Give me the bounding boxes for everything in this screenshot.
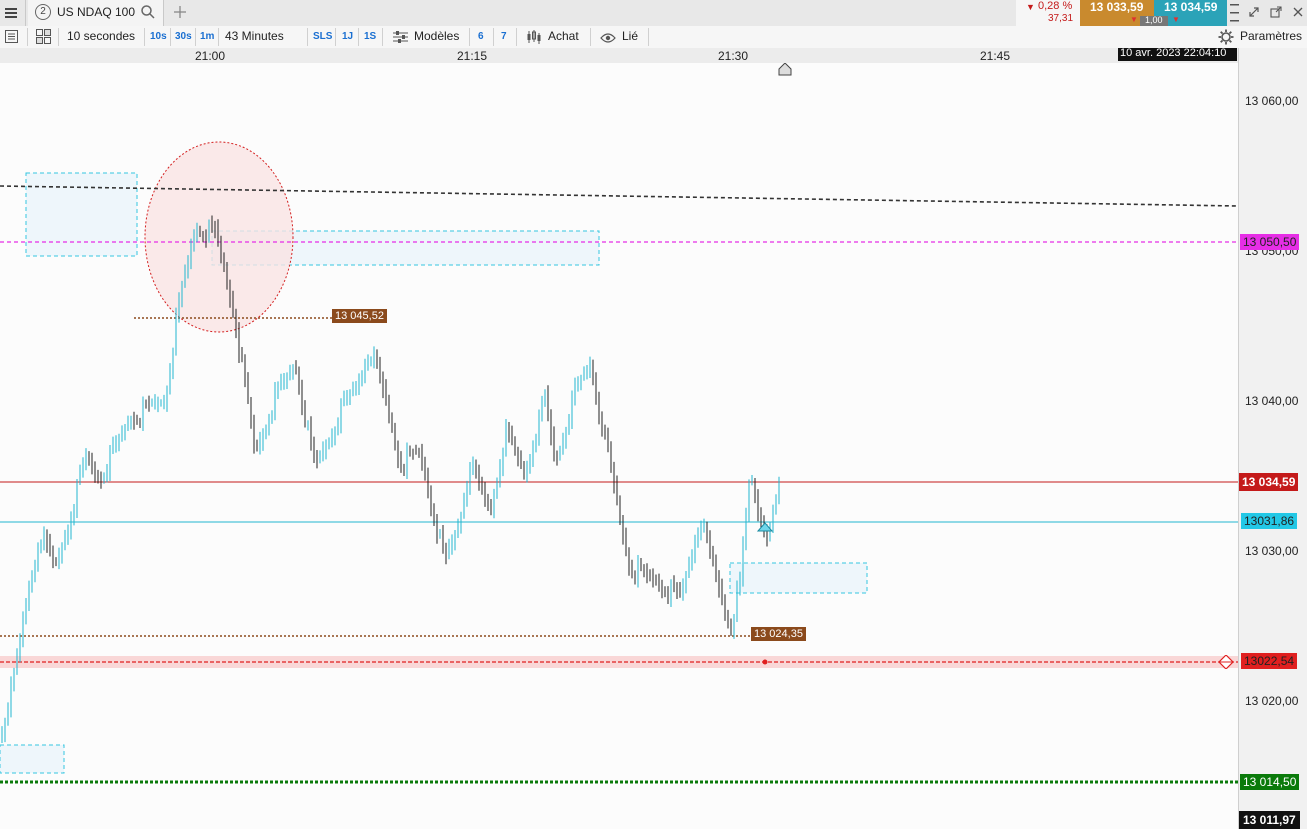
- ask-price: 13 034,59: [1164, 0, 1218, 14]
- tab-number-badge: 2: [35, 4, 51, 20]
- range-1j-button[interactable]: 1J: [342, 31, 353, 42]
- top-marker-icon: [778, 63, 792, 76]
- instrument-tab[interactable]: 2 US NDAQ 100: [28, 0, 164, 26]
- layout-7-button[interactable]: 7: [501, 31, 507, 42]
- ask-arrow-icon: ▼: [1172, 15, 1180, 24]
- instrument-name: US NDAQ 100: [57, 5, 136, 19]
- high-price-tag: 13 045,52: [332, 309, 387, 323]
- layout-6-button[interactable]: 6: [478, 31, 484, 42]
- interval-select[interactable]: 10 secondes: [67, 29, 135, 43]
- sidebar-toggle-icon[interactable]: [5, 30, 19, 49]
- change-percent: 0,28 %: [1038, 0, 1073, 12]
- interval-30s-button[interactable]: 30s: [175, 31, 192, 42]
- duration-select[interactable]: 43 Minutes: [225, 29, 284, 43]
- templates-icon: [393, 30, 409, 49]
- bottom-price-tag: 13 011,97: [1239, 811, 1300, 829]
- close-icon[interactable]: [1292, 5, 1304, 23]
- highlight-circle: [144, 141, 294, 333]
- time-label: 21:30: [718, 49, 749, 63]
- sls-button[interactable]: SLS: [313, 31, 332, 42]
- range-1s-button[interactable]: 1S: [364, 31, 376, 42]
- order-dot: [762, 659, 768, 665]
- buy-button[interactable]: Achat: [548, 29, 579, 43]
- datetime-display: 10 avr. 2023 22:04:10: [1118, 47, 1237, 61]
- time-axis: 21:00 21:15 21:30 21:45 10 avr. 2023 22:…: [0, 47, 1238, 63]
- price-label: 13 040,00: [1245, 394, 1299, 408]
- change-absolute: 37,31: [1048, 13, 1074, 24]
- interval-10s-button[interactable]: 10s: [150, 31, 167, 42]
- green-level-tag: 13 014,50: [1240, 774, 1300, 790]
- price-label: 13 030,00: [1245, 544, 1299, 558]
- chart-toolbar: 10 secondes 10s 30s 1m 43 Minutes SLS 1J…: [0, 26, 1307, 49]
- templates-button[interactable]: Modèles: [414, 29, 459, 43]
- red-level-tag: 13022,54: [1241, 653, 1298, 669]
- price-chart[interactable]: [0, 63, 1238, 829]
- datetime-text: 10 avr. 2023 22:04:10: [1120, 47, 1227, 59]
- search-icon[interactable]: [140, 4, 156, 25]
- add-tab-icon[interactable]: [173, 5, 187, 24]
- quantity-value: 1,00: [1145, 15, 1163, 25]
- zone-box: [25, 172, 138, 257]
- magenta-level-tag: 13 050,50: [1240, 234, 1300, 250]
- quantity-box[interactable]: 1,00: [1140, 15, 1168, 26]
- price-label: 13 060,00: [1245, 94, 1299, 108]
- zone-box: [0, 744, 65, 774]
- settings-button[interactable]: Paramètres: [1240, 29, 1302, 43]
- eye-icon: [600, 31, 616, 49]
- time-label: 21:45: [980, 49, 1011, 63]
- layout-icon[interactable]: [36, 29, 52, 50]
- list-icon[interactable]: [1230, 2, 1240, 29]
- linked-button[interactable]: Lié: [622, 29, 638, 43]
- price-label: 13 020,00: [1245, 694, 1299, 708]
- cyan-level-tag: 13031,86: [1241, 513, 1298, 529]
- time-label: 21:00: [195, 49, 226, 63]
- candles-icon: [526, 29, 542, 50]
- low-price-tag: 13 024,35: [751, 627, 806, 641]
- expand-icon[interactable]: [1248, 5, 1260, 23]
- bid-arrow-icon: ▼: [1130, 15, 1138, 24]
- current-price-tag: 13 034,59: [1239, 473, 1299, 491]
- order-handle-icon[interactable]: [1218, 654, 1234, 674]
- down-triangle-icon: ▼: [1026, 2, 1035, 12]
- zone-box: [729, 562, 868, 594]
- chart-area[interactable]: 13 045,52 13 024,35: [0, 63, 1238, 829]
- interval-1m-button[interactable]: 1m: [200, 31, 214, 42]
- top-bar: 2 US NDAQ 100 ▼ 0,28 % 37,31 13 033,59 1…: [0, 0, 1307, 27]
- bid-price: 13 033,59: [1090, 0, 1144, 14]
- popout-icon[interactable]: [1270, 5, 1282, 23]
- price-axis: 13 060,00 13 050,00 13 040,00 13 030,00 …: [1238, 48, 1307, 829]
- time-label: 21:15: [457, 49, 488, 63]
- menu-icon[interactable]: [5, 6, 17, 18]
